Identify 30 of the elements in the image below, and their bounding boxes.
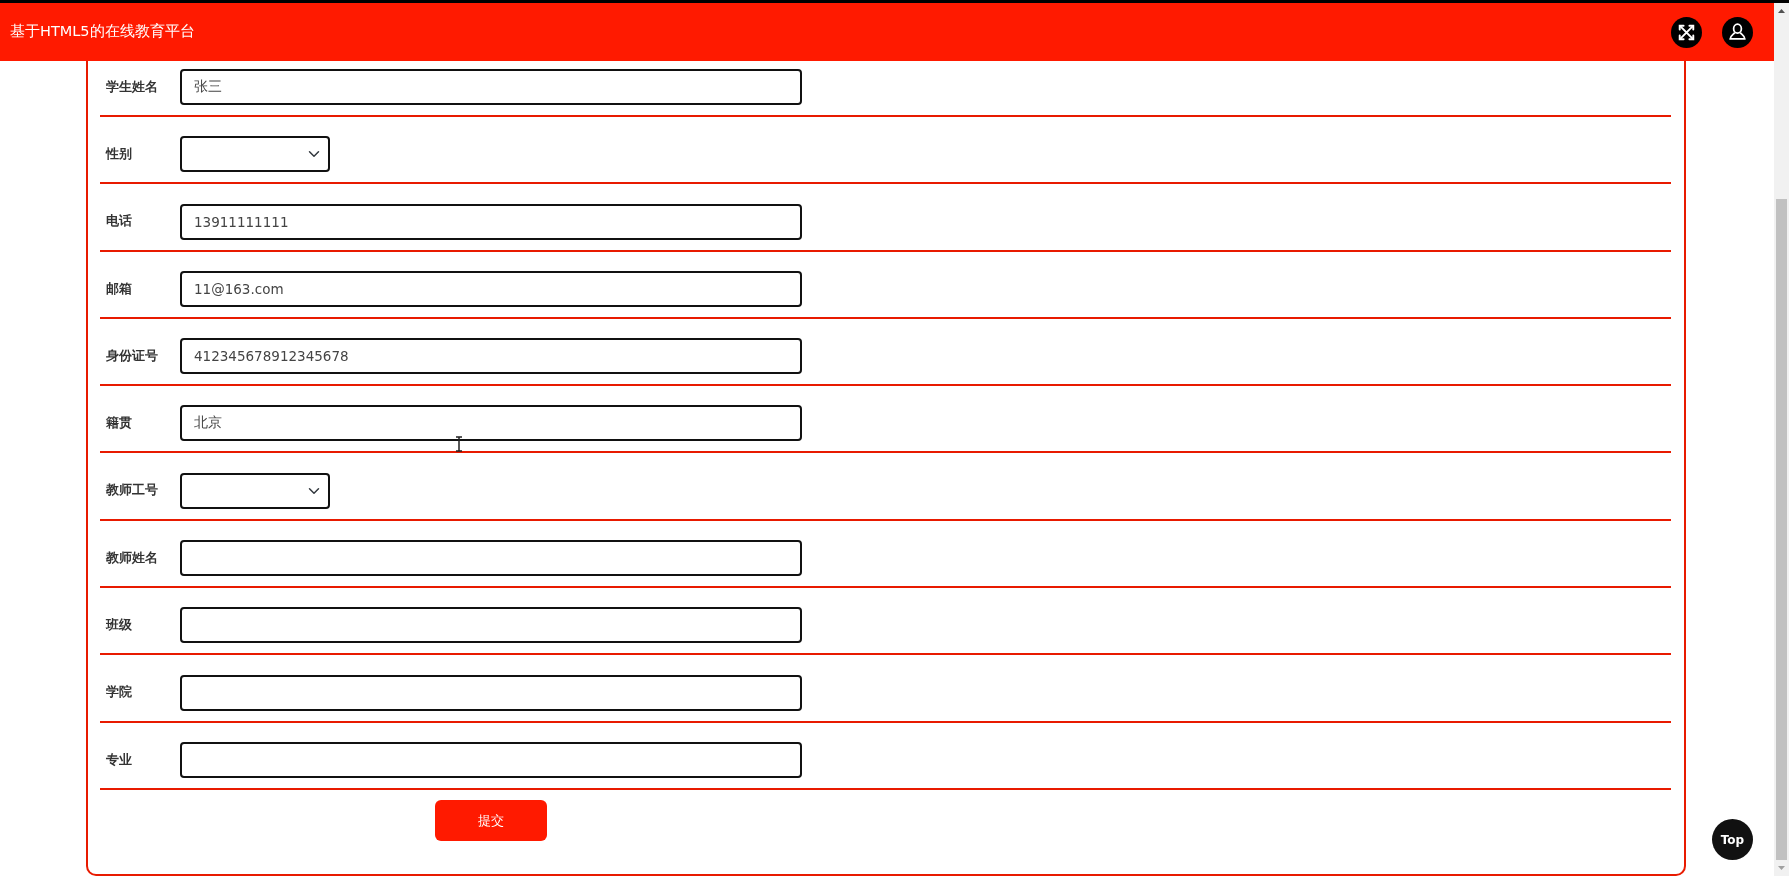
text-input-field[interactable]: [180, 540, 802, 577]
text-input-field[interactable]: 11@163.com: [180, 270, 802, 307]
fullscreen-icon[interactable]: [1671, 16, 1702, 48]
field-label: 教师姓名: [106, 548, 159, 567]
user-icon[interactable]: [1722, 16, 1753, 48]
field-label: 电话: [106, 212, 133, 231]
app-title: 基于HTML5的在线教育平台: [10, 22, 195, 42]
text-input-field[interactable]: [180, 674, 802, 711]
text-input-field[interactable]: [180, 607, 802, 644]
field-label: 身份证号: [106, 346, 159, 365]
field-label: 学院: [106, 683, 133, 702]
scrollbar[interactable]: [1774, 3, 1789, 876]
text-input-field[interactable]: 412345678912345678: [180, 338, 802, 375]
select-field[interactable]: [180, 472, 330, 509]
back-to-top-button[interactable]: Top: [1712, 819, 1753, 860]
field-label: 专业: [106, 750, 133, 769]
text-input-field[interactable]: 张三: [180, 69, 802, 105]
field-label: 教师工号: [106, 481, 159, 500]
field-label: 邮箱: [106, 279, 133, 298]
field-label: 性别: [106, 144, 133, 163]
text-input-field[interactable]: 13911111111: [180, 203, 802, 240]
field-label: 籍贯: [106, 414, 133, 433]
text-cursor-icon: [455, 436, 463, 452]
submit-button[interactable]: 提交: [435, 799, 547, 841]
select-field[interactable]: [180, 136, 330, 173]
field-label: 学生姓名: [106, 77, 159, 96]
scrollbar-thumb[interactable]: [1776, 199, 1787, 860]
text-input-field[interactable]: [180, 741, 802, 778]
text-input-field[interactable]: 北京: [180, 405, 802, 442]
field-label: 班级: [106, 616, 133, 634]
